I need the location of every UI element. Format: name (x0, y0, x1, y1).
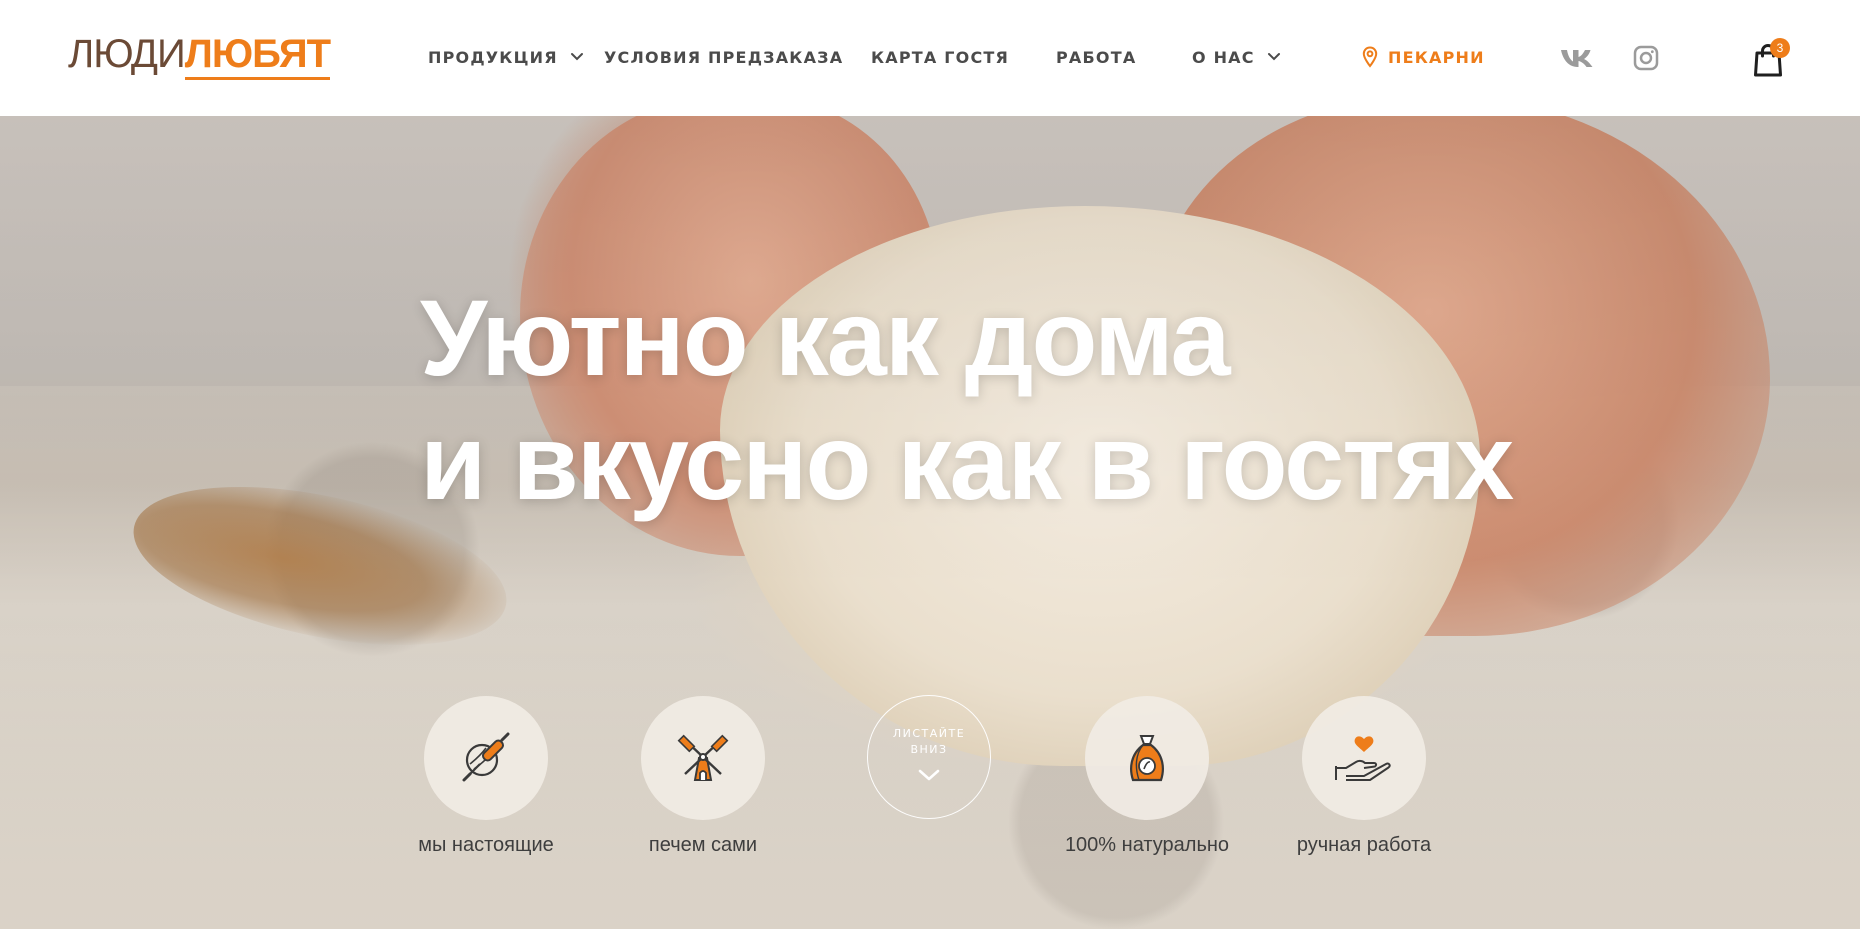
feature-label: 100% натурально (1064, 834, 1230, 856)
feature-natural: 100% натурально (1052, 696, 1242, 866)
nav-jobs[interactable]: РАБОТА (1056, 44, 1136, 70)
windmill-icon (677, 734, 729, 781)
feature-baked: печем сами (608, 696, 798, 866)
cart-button[interactable]: 3 (1752, 38, 1792, 78)
scroll-down-button[interactable]: ЛИСТАЙТЕ ВНИЗ (867, 695, 991, 819)
vk-icon (1561, 50, 1593, 67)
hero-title: Уютно как дома и вкусно как в гостях (420, 276, 1520, 524)
feature-circle (641, 696, 765, 820)
chevron-down-icon (570, 53, 583, 61)
nav-products[interactable]: ПРОДУКЦИЯ (428, 44, 584, 70)
nav-preorder[interactable]: УСЛОВИЯ ПРЕДЗАКАЗА (604, 44, 843, 70)
nav-bakeries[interactable]: ПЕКАРНИ (1362, 44, 1485, 70)
nav-products-label: ПРОДУКЦИЯ (428, 47, 558, 67)
hero-title-line-2: и вкусно как в гостях (420, 401, 1514, 522)
site-header: ЛЮДИЛЮБЯТ ПРОДУКЦИЯ УСЛОВИЯ ПРЕДЗАКАЗА К… (0, 0, 1860, 116)
hero-section: Уютно как дома и вкусно как в гостях мы … (0, 116, 1860, 931)
nav-jobs-label: РАБОТА (1056, 47, 1137, 67)
hero-title-line-1: Уютно как дома (420, 277, 1231, 398)
flour-bag-icon (1130, 735, 1164, 782)
heart-hand-icon (1335, 736, 1391, 781)
feature-circle (1302, 696, 1426, 820)
feature-label: печем сами (648, 834, 758, 856)
logo-part-1: ЛЮДИ (68, 32, 186, 76)
feature-circle (1085, 696, 1209, 820)
vk-link[interactable] (1560, 43, 1594, 73)
instagram-icon (1633, 45, 1659, 71)
rolling-pin-icon (462, 732, 510, 782)
logo-part-2: ЛЮБЯТ (184, 32, 331, 80)
location-pin-icon (1362, 46, 1378, 68)
nav-bakeries-label: ПЕКАРНИ (1388, 47, 1485, 67)
feature-handmade: ручная работа (1269, 696, 1459, 866)
nav-about-label: О НАС (1192, 47, 1255, 67)
instagram-link[interactable] (1629, 43, 1663, 73)
nav-guest-card-label: КАРТА ГОСТЯ (871, 47, 1010, 67)
cart-count-badge: 3 (1770, 38, 1790, 58)
scroll-down-label: ЛИСТАЙТЕ ВНИЗ (892, 727, 966, 756)
nav-preorder-label: УСЛОВИЯ ПРЕДЗАКАЗА (604, 47, 844, 67)
chevron-down-icon (918, 769, 940, 781)
nav-about[interactable]: О НАС (1192, 44, 1281, 70)
feature-real: мы настоящие (391, 696, 581, 866)
feature-label: ручная работа (1296, 834, 1432, 856)
nav-guest-card[interactable]: КАРТА ГОСТЯ (871, 44, 1009, 70)
chevron-down-icon (1267, 53, 1280, 61)
feature-circle (424, 696, 548, 820)
site-logo[interactable]: ЛЮДИЛЮБЯТ (68, 30, 331, 82)
feature-label: мы настоящие (418, 834, 554, 856)
